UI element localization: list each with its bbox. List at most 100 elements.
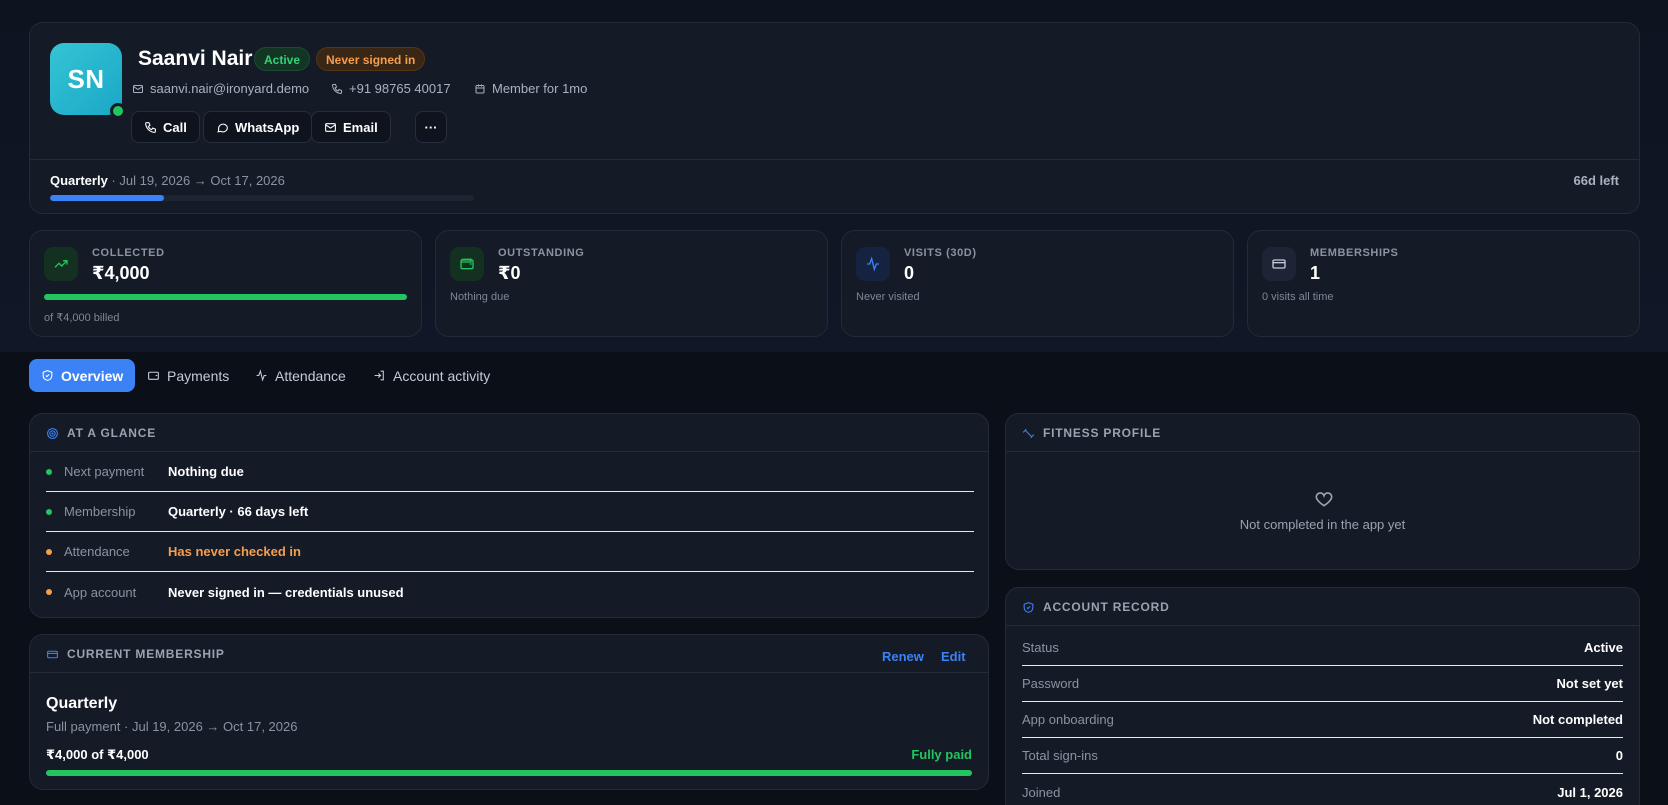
- phone-text: +91 98765 40017: [349, 81, 451, 96]
- card-icon: [1262, 247, 1296, 281]
- stat-label: VISITS (30D): [904, 247, 977, 259]
- stat-value: 1: [1310, 263, 1321, 283]
- login-icon: [374, 370, 384, 381]
- section-divider: [30, 672, 988, 673]
- email-label: Email: [343, 119, 378, 135]
- more-horizontal-icon: ···: [424, 119, 438, 135]
- record-value: 0: [1615, 748, 1623, 763]
- stat-label: COLLECTED: [92, 247, 165, 259]
- record-value: Active: [1583, 640, 1623, 655]
- tab-overview[interactable]: Overview: [29, 359, 136, 392]
- stat-value: ₹4,000: [92, 263, 150, 283]
- target-icon: [47, 427, 58, 439]
- mail-icon: [133, 84, 143, 93]
- activity-icon: [856, 247, 890, 281]
- glance-value: Nothing due: [168, 464, 244, 479]
- status-dot: [46, 589, 52, 595]
- section-title: AT A GLANCE: [67, 426, 157, 440]
- wallet-icon: [450, 247, 484, 281]
- call-button[interactable]: Call: [131, 111, 200, 143]
- glance-value: Quarterly · 66 days left: [168, 504, 309, 519]
- member-since-meta: Member for 1mo: [474, 81, 587, 96]
- phone-icon: [331, 83, 342, 94]
- plan-summary: Quarterly · Jul 19, 2026 → Oct 17, 2026: [50, 173, 285, 188]
- stat-subtext: Never visited: [856, 291, 920, 303]
- plan-progress-bar: [50, 195, 474, 201]
- mail-icon: [325, 122, 336, 132]
- stat-subtext: of ₹4,000 billed: [44, 312, 120, 324]
- tab-label: Account activity: [393, 367, 491, 384]
- status-dot: [46, 508, 52, 515]
- plan-name: Quarterly: [50, 173, 108, 188]
- membership-amount: ₹4,000 of ₹4,000: [46, 747, 149, 762]
- glance-label: Membership: [64, 504, 136, 519]
- whatsapp-button[interactable]: WhatsApp: [203, 111, 313, 143]
- glance-label: Attendance: [64, 544, 130, 559]
- section-divider: [1006, 625, 1639, 626]
- status-dot: [46, 548, 52, 555]
- record-row: Status Active: [1022, 630, 1623, 666]
- empty-state-text: Not completed in the app yet: [1239, 517, 1406, 532]
- message-circle-icon: [217, 123, 228, 133]
- email-text: saanvi.nair@ironyard.demo: [150, 81, 310, 96]
- dumbbell-icon: [1022, 428, 1035, 438]
- stat-subtext: 0 visits all time: [1262, 291, 1334, 303]
- online-status-dot: [110, 103, 126, 119]
- section-title: ACCOUNT RECORD: [1043, 600, 1170, 614]
- record-label: Total sign-ins: [1022, 748, 1098, 763]
- email-meta[interactable]: saanvi.nair@ironyard.demo: [132, 81, 309, 96]
- renew-link[interactable]: Renew: [882, 649, 924, 664]
- tab-label: Attendance: [275, 367, 346, 384]
- stat-subtext: Nothing due: [450, 291, 510, 303]
- collected-progress-bar: [44, 294, 407, 300]
- whatsapp-label: WhatsApp: [235, 119, 300, 135]
- heart-icon: [1315, 492, 1333, 507]
- membership-plan: Quarterly: [46, 695, 118, 712]
- payment-progress-fill: [46, 770, 972, 776]
- stat-collected: COLLECTED ₹4,000 of ₹4,000 billed: [29, 230, 422, 337]
- member-since-text: Member for 1mo: [492, 81, 588, 96]
- section-title: FITNESS PROFILE: [1043, 426, 1162, 440]
- stat-label: OUTSTANDING: [498, 247, 585, 259]
- glance-label: Next payment: [64, 464, 145, 479]
- record-row: Joined Jul 1, 2026: [1022, 774, 1623, 805]
- calendar-icon: [475, 84, 485, 93]
- stat-value: 0: [904, 263, 915, 283]
- trending-up-icon: [44, 247, 78, 281]
- at-a-glance-card: AT A GLANCE Next payment Nothing due Mem…: [29, 413, 989, 618]
- phone-meta[interactable]: +91 98765 40017: [331, 81, 451, 96]
- glance-value: Never signed in — credentials unused: [168, 584, 404, 600]
- record-row: Total sign-ins 0: [1022, 738, 1623, 774]
- account-record-card: ACCOUNT RECORD Status Active Password No…: [1005, 587, 1640, 805]
- more-button[interactable]: ···: [415, 111, 447, 143]
- edit-link[interactable]: Edit: [941, 649, 966, 664]
- wallet-icon: [148, 371, 159, 380]
- section-title: CURRENT MEMBERSHIP: [67, 647, 225, 661]
- email-button[interactable]: Email: [311, 111, 391, 143]
- record-label: Password: [1022, 676, 1080, 691]
- tab-label: Payments: [167, 367, 230, 384]
- record-label: App onboarding: [1022, 712, 1114, 727]
- record-row: Password Not set yet: [1022, 666, 1623, 702]
- record-label: Status: [1022, 640, 1059, 655]
- membership-details: Full payment · Jul 19, 2026 → Oct 17, 20…: [46, 719, 298, 734]
- record-row: App onboarding Not completed: [1022, 702, 1623, 738]
- stat-label: MEMBERSHIPS: [1310, 247, 1399, 259]
- collected-progress-fill: [44, 294, 407, 300]
- avatar: SN: [50, 43, 122, 115]
- days-left: 66d left: [1573, 173, 1619, 188]
- call-label: Call: [163, 119, 187, 135]
- section-header: ACCOUNT RECORD: [1022, 600, 1170, 614]
- tab-attendance[interactable]: Attendance: [243, 359, 358, 392]
- tab-payments[interactable]: Payments: [135, 359, 241, 392]
- glance-label: App account: [64, 584, 137, 600]
- phone-icon: [145, 121, 156, 133]
- member-name: Saanvi Nair: [138, 47, 253, 70]
- stat-visits: VISITS (30D) 0 Never visited: [841, 230, 1234, 337]
- tab-label: Overview: [61, 367, 124, 384]
- glance-row: Next payment Nothing due: [46, 452, 974, 492]
- stat-outstanding: OUTSTANDING ₹0 Nothing due: [435, 230, 828, 337]
- tab-account-activity[interactable]: Account activity: [361, 359, 502, 392]
- status-dot: [46, 468, 52, 475]
- glance-row: App account Never signed in — credential…: [46, 572, 974, 612]
